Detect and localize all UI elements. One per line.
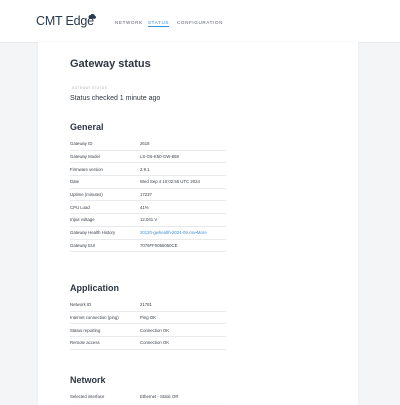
row-key: Input voltage (70, 213, 140, 227)
row-value: 7076FF0056050CE (140, 239, 226, 253)
table-row: Input voltage 12.041 V (70, 213, 226, 227)
row-key: Gateway Health History (70, 226, 140, 240)
row-key: Internet connection (ping) (70, 311, 140, 325)
nav-status[interactable]: STATUS (148, 20, 170, 27)
row-key: Gateway Model (70, 150, 140, 164)
row-key: CPU Load (70, 200, 140, 215)
nav-configuration[interactable]: CONFIGURATION (177, 20, 223, 25)
row-value: 21781 (140, 299, 226, 312)
row-value: LS-G6-K50-GW-868 (140, 150, 226, 164)
row-key: Firmware version (70, 162, 140, 177)
row-key: Remote access (70, 336, 140, 350)
section-title-application: Application (70, 283, 119, 293)
cloud-icon (88, 13, 97, 19)
section-title-network: Network (70, 375, 106, 385)
general-table: Gateway ID 2618 Gateway Model LS-G6-K50-GW… (70, 138, 226, 253)
table-row: Internet connection (ping) Ping OK (70, 311, 226, 325)
top-navigation-bar: CMT Edge NETWORK STATUS CONFIGURATION (0, 0, 400, 43)
table-row: Date Wed Sep 4 10:02:56 UTC 2024 (70, 175, 226, 189)
table-row: Gateway Health History 20120-gwhealth-202… (70, 226, 226, 240)
table-row: Network ID 21781 (70, 299, 226, 312)
row-key: Gateway EUI (70, 239, 140, 253)
table-row: Uptime (minutes) 17237 (70, 188, 226, 202)
nav-network[interactable]: NETWORK (115, 20, 143, 25)
row-key: Date (70, 175, 140, 189)
row-value: 12.041 V (140, 213, 226, 227)
status-checked-text: Status checked 1 minute ago (70, 95, 161, 102)
application-table: Network ID 21781 Internet connection (pin… (70, 299, 226, 350)
row-value: 17237 (140, 188, 226, 202)
row-value: Wed Sep 4 10:02:56 UTC 2024 (140, 175, 226, 189)
table-row: Firmware version 2.9.1 (70, 162, 226, 177)
table-row: Gateway EUI 7076FF0056050CE (70, 239, 226, 253)
row-value: Ping OK (140, 311, 226, 325)
row-value: Connection OK (140, 336, 226, 350)
gateway-status-card: Gateway status GATEWAY STATUS Status che… (38, 42, 358, 405)
table-row: Gateway Model LS-G6-K50-GW-868 (70, 150, 226, 164)
row-value: 2618 (140, 138, 226, 151)
table-row: CPU Load 41% (70, 200, 226, 215)
status-caption: GATEWAY STATUS (72, 86, 108, 90)
row-value: 41% (140, 200, 226, 215)
row-value: Connection OK (140, 323, 226, 338)
section-title-general: General (70, 122, 104, 132)
health-history-link[interactable]: 20120-gwhealth-2024-09.csv•More (140, 226, 226, 240)
table-row: Status reporting Connection OK (70, 323, 226, 338)
scroll-fade (38, 399, 358, 405)
row-key: Gateway ID (70, 138, 140, 151)
row-value: 2.9.1 (140, 162, 226, 177)
table-row: Gateway ID 2618 (70, 138, 226, 151)
brand-logo-text[interactable]: CMT Edge (36, 14, 94, 28)
table-row: Remote access Connection OK (70, 336, 226, 350)
row-key: Uptime (minutes) (70, 188, 140, 202)
row-key: Status reporting (70, 323, 140, 338)
row-key: Network ID (70, 299, 140, 312)
page-title: Gateway status (70, 58, 151, 70)
